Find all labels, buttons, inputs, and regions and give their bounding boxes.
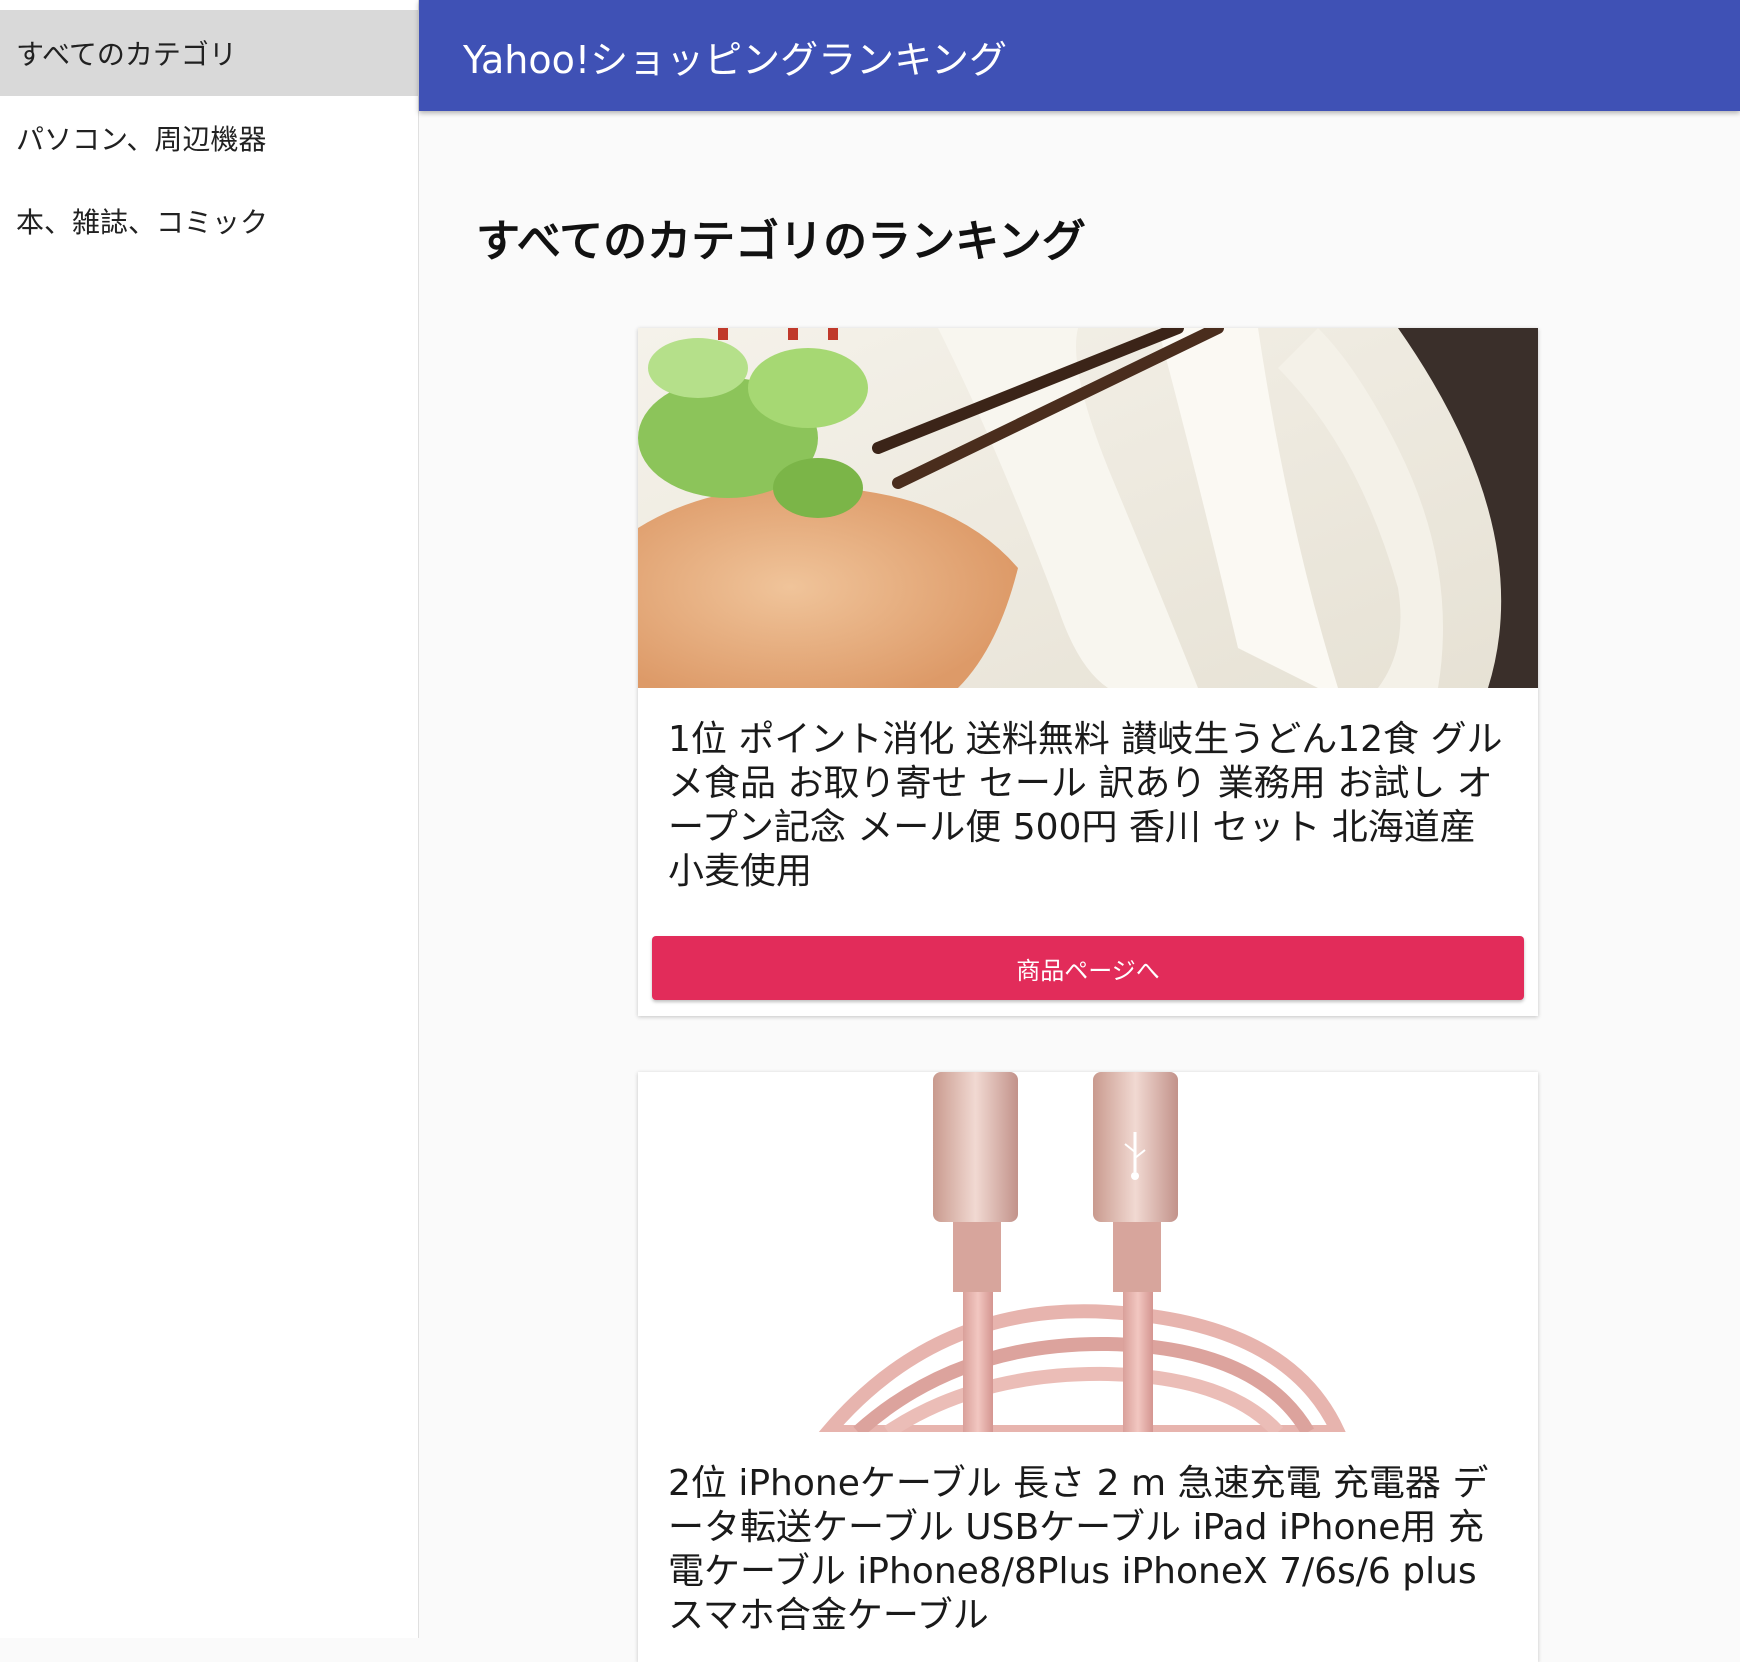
app-title: Yahoo!ショッピングランキング [463, 38, 1007, 82]
sidebar-item-all-categories[interactable]: すべてのカテゴリ [0, 10, 418, 96]
pink-cable-image [638, 1072, 1538, 1432]
sidebar-item-pc-peripherals[interactable]: パソコン、周辺機器 [0, 95, 418, 181]
product-page-button-label: 商品ページへ [1016, 956, 1160, 985]
product-title: 1位 ポイント消化 送料無料 讃岐生うどん12食 グルメ食品 お取り寄せ セール… [668, 719, 1503, 892]
product-title: 2位 iPhoneケーブル 長さ 2 m 急速充電 充電器 データ転送ケーブル … [668, 1463, 1489, 1636]
sidebar: すべてのカテゴリ パソコン、周辺機器 本、雑誌、コミック [0, 0, 419, 1638]
page-title: すべてのカテゴリのランキング [476, 216, 1086, 267]
sidebar-item-books-magazines-comics[interactable]: 本、雑誌、コミック [0, 178, 418, 264]
product-image-udon[interactable] [638, 328, 1538, 688]
product-image-cable[interactable] [638, 1072, 1538, 1432]
product-page-button[interactable]: 商品ページへ [652, 936, 1524, 1000]
sidebar-item-label: すべてのカテゴリ [16, 38, 237, 71]
product-card-2: 2位 iPhoneケーブル 長さ 2 m 急速充電 充電器 データ転送ケーブル … [638, 1072, 1538, 1662]
udon-noodles-image [638, 328, 1538, 688]
app-bar: Yahoo!ショッピングランキング [419, 0, 1740, 111]
sidebar-item-label: パソコン、周辺機器 [16, 123, 267, 156]
product-card-1: 1位 ポイント消化 送料無料 讃岐生うどん12食 グルメ食品 お取り寄せ セール… [638, 328, 1538, 1016]
sidebar-item-label: 本、雑誌、コミック [16, 206, 269, 239]
